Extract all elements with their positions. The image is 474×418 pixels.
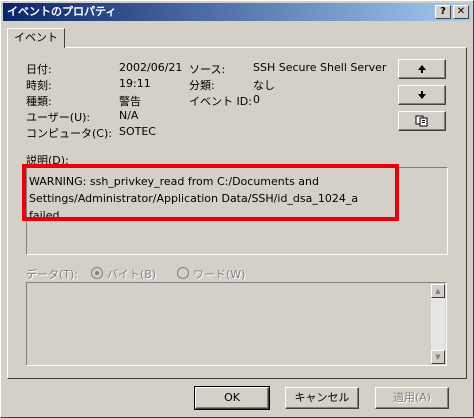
- byte-radio[interactable]: [91, 267, 103, 279]
- category-label: 分類:: [189, 79, 215, 92]
- tab-event[interactable]: イベント: [7, 28, 65, 48]
- event-id-label: イベント ID:: [189, 95, 252, 108]
- word-radio[interactable]: [177, 267, 189, 279]
- event-id-value: 0: [253, 93, 260, 106]
- arrow-down-icon: [418, 91, 426, 99]
- copy-button[interactable]: [398, 111, 446, 131]
- data-scrollbar[interactable]: ▲ ▼: [431, 284, 445, 364]
- data-box[interactable]: [26, 282, 447, 366]
- next-event-button[interactable]: [398, 85, 446, 105]
- title-bar: イベントのプロパティ: [3, 3, 471, 21]
- help-button[interactable]: ?: [435, 5, 451, 19]
- event-properties-dialog: イベントのプロパティ ? ✕ イベント 日付: 2002/06/21 時刻: 1…: [0, 0, 474, 418]
- type-value: 警告: [119, 95, 141, 108]
- date-value: 2002/06/21: [119, 61, 183, 74]
- apply-button[interactable]: 適用(A): [375, 387, 449, 409]
- scroll-down-icon[interactable]: ▼: [431, 350, 445, 364]
- copy-icon: [415, 115, 428, 127]
- data-label: データ(T):: [26, 268, 79, 281]
- previous-event-button[interactable]: [398, 59, 446, 79]
- window-title: イベントのプロパティ: [7, 5, 117, 18]
- category-value: なし: [253, 79, 275, 92]
- arrow-up-icon: [418, 65, 426, 73]
- word-option-label: ワード(W): [193, 268, 246, 281]
- computer-value: SOTEC: [119, 125, 156, 138]
- time-value: 19:11: [119, 77, 151, 90]
- source-value: SSH Secure Shell Server: [253, 61, 387, 74]
- ok-button[interactable]: OK: [194, 386, 270, 410]
- cancel-button[interactable]: キャンセル: [285, 387, 359, 409]
- type-label: 種類:: [26, 95, 52, 108]
- computer-label: コンピュータ(C):: [26, 127, 112, 140]
- user-label: ユーザー(U):: [26, 111, 91, 124]
- source-label: ソース:: [189, 63, 226, 76]
- date-label: 日付:: [26, 63, 52, 76]
- byte-option-label: バイト(B): [107, 268, 157, 281]
- scroll-up-icon[interactable]: ▲: [431, 284, 445, 298]
- highlight-box: [22, 164, 399, 221]
- user-value: N/A: [119, 109, 139, 122]
- close-icon: ✕: [456, 6, 466, 17]
- close-button[interactable]: ✕: [453, 5, 469, 19]
- time-label: 時刻:: [26, 79, 52, 92]
